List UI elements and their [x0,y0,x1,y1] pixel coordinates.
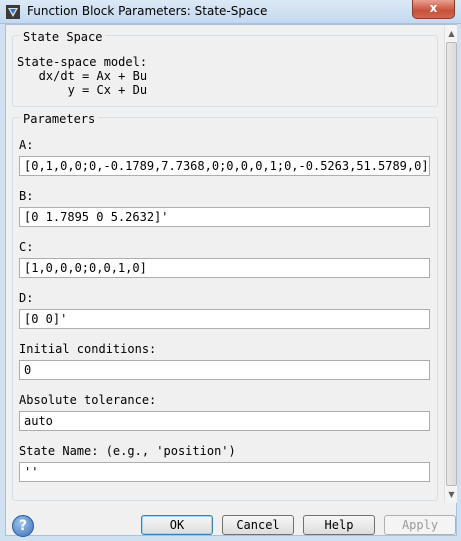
param-label-a: A: [19,138,34,152]
title-bar: Function Block Parameters: State-Space x [0,0,461,24]
parameters-scroll-area: State Space State-space model: dx/dt = A… [6,25,444,503]
scroll-down-arrow-icon[interactable]: ▼ [445,487,458,502]
simulink-block-icon [6,5,20,19]
param-label-c: C: [19,240,34,254]
close-button[interactable]: x [412,0,455,19]
param-input-b[interactable]: [0 1.7895 0 5.2632]' [19,207,430,227]
block-description-group: State Space State-space model: dx/dt = A… [12,30,438,107]
param-input-c[interactable]: [1,0,0,0;0,0,1,0] [19,258,430,278]
param-input-d[interactable]: [0 0]' [19,309,430,329]
vertical-scrollbar[interactable]: ▲ ▼ [444,25,457,503]
parameters-group-title: Parameters [20,112,99,126]
param-label-b: B: [19,189,34,203]
dialog-client: State Space State-space model: dx/dt = A… [5,24,457,537]
apply-button[interactable]: Apply [384,515,456,535]
block-group-title: State Space [20,30,106,44]
param-label-absolute-tolerance: Absolute tolerance: [19,393,157,407]
help-button[interactable]: Help [303,515,375,535]
param-input-initial-conditions[interactable]: 0 [19,360,430,380]
param-input-state-name[interactable]: '' [19,462,430,482]
param-input-a[interactable]: [0,1,0,0;0,-0.1789,7.7368,0;0,0,0,1;0,-0… [19,156,430,176]
param-input-absolute-tolerance[interactable]: auto [19,411,430,431]
scroll-up-arrow-icon[interactable]: ▲ [445,26,458,41]
help-circle-icon[interactable]: ? [12,515,34,537]
param-label-initial-conditions: Initial conditions: [19,342,157,356]
param-label-d: D: [19,291,34,305]
cancel-button[interactable]: Cancel [222,515,294,535]
block-description: State-space model: dx/dt = Ax + Bu y = C… [17,55,148,97]
ok-button[interactable]: OK [141,515,213,535]
window-title: Function Block Parameters: State-Space [27,4,268,18]
scrollbar-thumb[interactable] [446,42,457,486]
param-label-state-name: State Name: (e.g., 'position') [19,444,236,458]
